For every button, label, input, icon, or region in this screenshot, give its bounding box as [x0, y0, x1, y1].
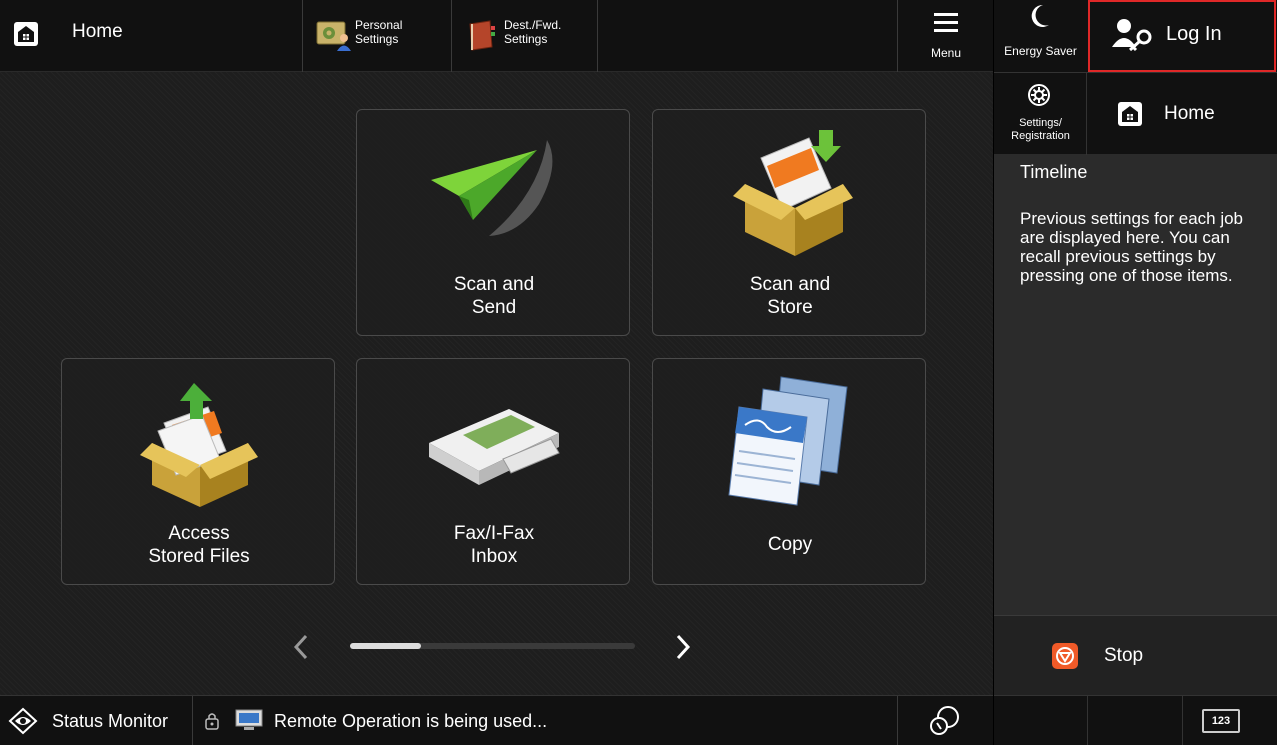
- main-area: Scan and Send Scan and Store Access Stor…: [0, 72, 993, 695]
- top-bar: Home Personal Settings Dest./Fwd. Settin…: [0, 0, 993, 72]
- home-icon: [1118, 102, 1142, 126]
- menu-label: Menu: [930, 46, 962, 60]
- dest-fwd-label: Dest./Fwd. Settings: [504, 18, 561, 46]
- personal-settings-label-line2: Settings: [355, 32, 399, 46]
- address-book-icon: [469, 20, 495, 51]
- speech-icon[interactable]: [928, 705, 962, 737]
- status-monitor-button[interactable]: Status Monitor: [0, 696, 193, 745]
- fax-inbox-tile[interactable]: Fax/I-Fax Inbox: [356, 358, 630, 585]
- personal-settings-label: Personal Settings: [355, 18, 402, 46]
- right-panel: Energy Saver Log In Settings/ Registrati…: [993, 0, 1277, 745]
- right-bottom-divider-1: [1087, 696, 1088, 745]
- home-button[interactable]: Home: [1088, 73, 1277, 155]
- scan-and-store-label-line1: Scan and: [749, 274, 831, 295]
- dest-fwd-label-line1: Dest./Fwd.: [504, 18, 562, 32]
- scan-and-send-tile[interactable]: Scan and Send: [356, 109, 630, 336]
- fax-inbox-label: Fax/I-Fax Inbox: [357, 522, 631, 568]
- monitor-icon: [235, 709, 263, 730]
- home-icon: [14, 22, 38, 46]
- status-monitor-label: Status Monitor: [52, 711, 169, 731]
- top-home-button[interactable]: Home: [0, 0, 302, 72]
- page-indicator: [350, 643, 635, 649]
- settings-label-line1: Settings/: [1019, 117, 1062, 129]
- access-stored-files-label-line2: Stored Files: [148, 546, 250, 567]
- stop-button[interactable]: Stop: [994, 615, 1277, 695]
- scan-and-send-label-line1: Scan and: [453, 274, 535, 295]
- eye-icon: [8, 707, 38, 735]
- scan-and-send-label: Scan and Send: [357, 273, 631, 319]
- stop-label: Stop: [1104, 645, 1144, 666]
- right-bottom-divider-2: [1182, 696, 1183, 745]
- right-top-row: Energy Saver Log In: [994, 0, 1277, 72]
- menu-button[interactable]: Menu: [897, 0, 993, 72]
- access-stored-files-label-line1: Access: [168, 523, 230, 544]
- settings-registration-label: Settings/ Registration: [994, 117, 1087, 143]
- energy-saver-button[interactable]: Energy Saver: [994, 0, 1087, 72]
- timeline-description: Previous settings for each job are displ…: [1020, 209, 1244, 285]
- paper-plane-icon: [431, 140, 553, 236]
- copy-tile[interactable]: Copy: [652, 358, 926, 585]
- energy-saver-label: Energy Saver: [1004, 44, 1077, 58]
- scan-and-store-label-line2: Store: [767, 297, 813, 318]
- user-key-icon: [1112, 19, 1152, 52]
- gear-icon: [1028, 84, 1050, 106]
- hamburger-icon: [934, 13, 958, 32]
- page-indicator-thumb: [350, 643, 422, 649]
- right-bottom-row: 123: [994, 695, 1277, 745]
- fax-inbox-label-line1: Fax/I-Fax: [453, 523, 535, 544]
- scan-and-store-tile[interactable]: Scan and Store: [652, 109, 926, 336]
- storage-box-icon: [733, 130, 853, 256]
- personal-settings-label-line1: Personal: [355, 18, 403, 32]
- login-button[interactable]: Log In: [1088, 0, 1276, 72]
- top-home-label: Home: [72, 21, 123, 42]
- right-second-row: Settings/ Registration Home: [994, 72, 1277, 155]
- page-prev-icon[interactable]: [290, 632, 312, 662]
- copy-pages-icon: [728, 376, 848, 506]
- access-stored-files-tile[interactable]: Access Stored Files: [61, 358, 335, 585]
- remote-operation-message: Remote Operation is being used...: [274, 711, 548, 731]
- bottom-bar: Status Monitor Remote Operation is being…: [0, 695, 993, 745]
- keyboard-icon[interactable]: 123: [1202, 709, 1240, 733]
- fax-inbox-label-line2: Inbox: [470, 546, 518, 567]
- fax-machine-icon: [429, 409, 560, 485]
- personal-settings-icon: [316, 21, 351, 51]
- dest-fwd-settings-button[interactable]: Dest./Fwd. Settings: [451, 0, 597, 72]
- scan-and-store-label: Scan and Store: [653, 273, 927, 319]
- moon-icon: [1031, 4, 1049, 27]
- personal-settings-button[interactable]: Personal Settings: [302, 0, 451, 72]
- home-label: Home: [1164, 103, 1215, 124]
- settings-label-line2: Registration: [1011, 130, 1070, 142]
- login-label: Log In: [1166, 23, 1222, 45]
- copy-label: Copy: [767, 534, 813, 555]
- stored-files-icon: [140, 383, 258, 507]
- timeline-title: Timeline: [1020, 162, 1088, 182]
- top-empty-slot: [597, 0, 897, 72]
- access-stored-files-label: Access Stored Files: [62, 522, 336, 568]
- page-next-icon[interactable]: [672, 632, 694, 662]
- dest-fwd-label-line2: Settings: [504, 32, 548, 46]
- bottom-divider: [897, 696, 898, 745]
- scan-and-send-label-line2: Send: [471, 297, 517, 318]
- settings-registration-button[interactable]: Settings/ Registration: [994, 73, 1087, 155]
- stop-icon: [1052, 643, 1078, 669]
- lock-icon: [205, 713, 219, 730]
